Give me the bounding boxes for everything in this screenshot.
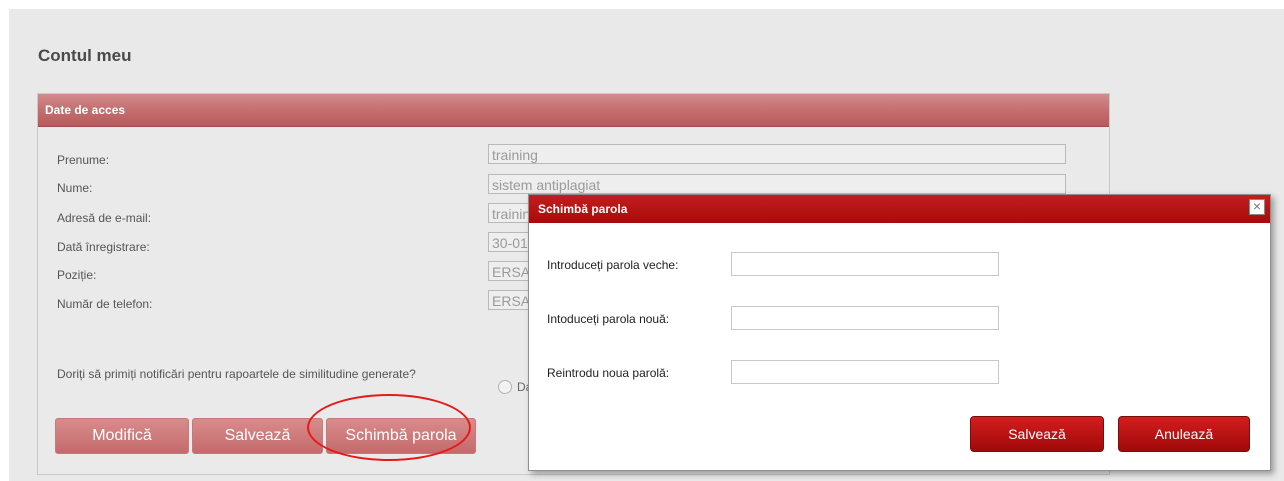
notification-question: Doriți să primiți notificări pentru rapo… xyxy=(57,367,416,381)
old-password-label: Introduceți parola veche: xyxy=(547,258,679,272)
save-button[interactable]: Salvează xyxy=(192,418,323,454)
new-password-label: Intoduceți parola nouă: xyxy=(547,312,670,326)
panel-header: Date de acces xyxy=(38,94,1109,127)
dialog-title: Schimbă parola xyxy=(538,202,628,216)
new-password-input[interactable] xyxy=(731,306,999,330)
change-password-dialog: Schimbă parola × Introduceți parola vech… xyxy=(528,194,1271,471)
position-label: Poziție: xyxy=(57,268,97,282)
page-title: Contul meu xyxy=(38,46,132,65)
confirm-password-label: Reintrodu noua parolă: xyxy=(547,366,670,380)
first-name-field[interactable]: training xyxy=(488,144,1066,164)
old-password-input[interactable] xyxy=(731,252,999,276)
last-name-label: Nume: xyxy=(57,181,93,195)
dialog-cancel-button[interactable]: Anulează xyxy=(1118,416,1250,452)
modify-button[interactable]: Modifică xyxy=(55,418,189,454)
registration-date-label: Dată înregistrare: xyxy=(57,240,150,254)
notification-yes-radio[interactable] xyxy=(498,380,512,394)
first-name-label: Prenume: xyxy=(57,153,110,167)
annotation-oval xyxy=(307,394,471,461)
last-name-field[interactable]: sistem antiplagiat xyxy=(488,174,1066,194)
dialog-save-button[interactable]: Salvează xyxy=(970,416,1104,452)
close-icon[interactable]: × xyxy=(1249,199,1265,215)
email-label: Adresă de e-mail: xyxy=(57,211,152,225)
confirm-password-input[interactable] xyxy=(731,360,999,384)
panel-header-title: Date de acces xyxy=(45,103,126,117)
dialog-titlebar: Schimbă parola × xyxy=(529,195,1270,223)
phone-label: Număr de telefon: xyxy=(57,297,153,311)
